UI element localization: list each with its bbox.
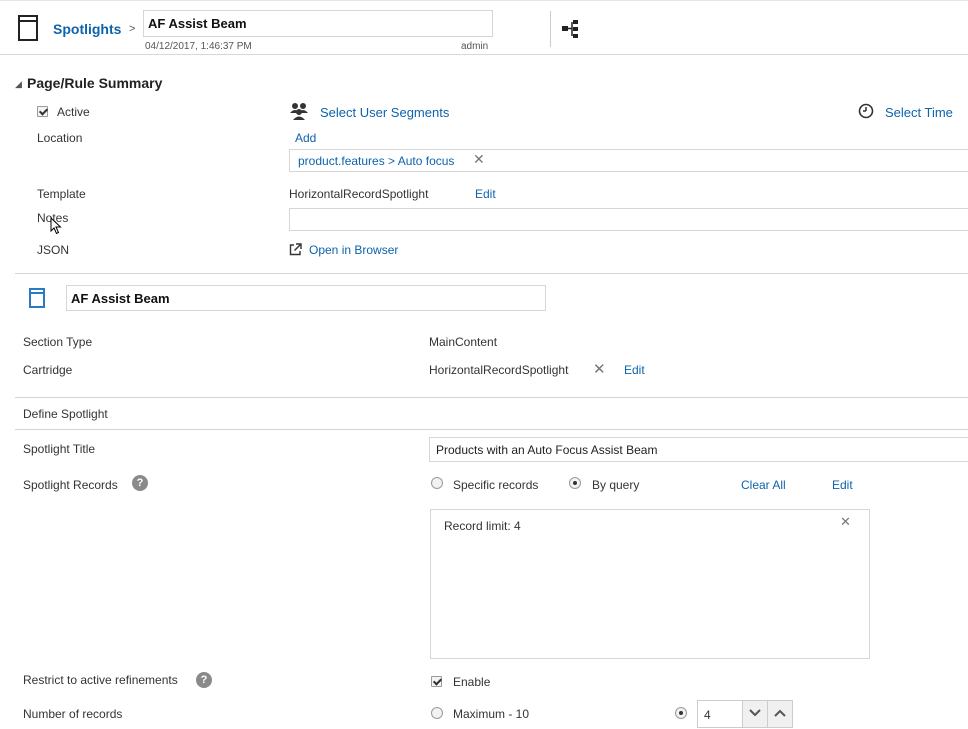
last-modified-user: admin: [461, 41, 489, 52]
specific-records-label: Specific records: [453, 478, 539, 492]
custom-count-radio[interactable]: [675, 707, 687, 719]
open-in-browser-link[interactable]: Open in Browser: [309, 243, 398, 257]
collapse-triangle-icon[interactable]: ◢: [15, 79, 22, 90]
active-label: Active: [57, 105, 90, 119]
section-type-value: MainContent: [429, 335, 498, 349]
restrict-refinements-help-icon[interactable]: ?: [196, 672, 212, 688]
external-link-icon[interactable]: [289, 243, 302, 259]
enable-label: Enable: [453, 675, 491, 689]
remove-query-close-icon[interactable]: ✕: [840, 514, 851, 530]
number-of-records-label: Number of records: [23, 707, 123, 721]
spotlight-title-input[interactable]: Products with an Auto Focus Assist Beam: [429, 437, 968, 462]
page-name-input[interactable]: AF Assist Beam: [143, 10, 493, 37]
chevron-up-icon[interactable]: [767, 701, 792, 727]
restrict-refinements-label: Restrict to active refinements: [23, 673, 178, 687]
template-edit-link[interactable]: Edit: [475, 187, 496, 201]
template-label: Template: [37, 187, 86, 201]
location-field: product.features > Auto focus ✕: [289, 149, 968, 172]
remove-cartridge-close-icon[interactable]: ✕: [593, 360, 606, 378]
define-spotlight-heading: Define Spotlight: [23, 407, 108, 421]
by-query-radio[interactable]: [569, 477, 581, 489]
maximum-label: Maximum - 10: [453, 707, 530, 721]
by-query-label: By query: [592, 478, 640, 492]
last-modified-timestamp: 04/12/2017, 1:46:37 PM: [145, 41, 252, 52]
top-bar: Spotlights > AF Assist Beam 04/12/2017, …: [0, 0, 968, 55]
json-label: JSON: [37, 243, 70, 257]
tree-icon[interactable]: [561, 19, 581, 42]
define-spotlight-divider: [15, 429, 968, 430]
cartridge-edit-link[interactable]: Edit: [624, 363, 645, 377]
remove-location-close-icon[interactable]: ✕: [473, 151, 485, 168]
record-limit-text: Record limit: 4: [444, 519, 521, 533]
maximum-radio[interactable]: [431, 707, 443, 719]
clear-all-link[interactable]: Clear All: [741, 478, 786, 492]
breadcrumb-spotlights[interactable]: Spotlights: [53, 21, 121, 37]
specific-records-radio[interactable]: [431, 477, 443, 489]
location-tag[interactable]: product.features > Auto focus: [298, 154, 454, 168]
active-checkbox[interactable]: [37, 106, 48, 117]
query-box: Record limit: 4 ✕: [430, 509, 870, 659]
select-user-segments-link[interactable]: Select User Segments: [320, 105, 449, 120]
records-edit-link[interactable]: Edit: [832, 478, 853, 492]
spotlight-records-help-icon[interactable]: ?: [132, 475, 148, 491]
location-add-link[interactable]: Add: [295, 131, 316, 145]
cartridge-value: HorizontalRecordSpotlight: [429, 363, 569, 377]
summary-divider: [15, 273, 968, 274]
mouse-cursor-icon: [50, 216, 62, 238]
header-divider: [550, 11, 551, 47]
breadcrumb-separator: >: [129, 23, 136, 35]
cartridge-label: Cartridge: [23, 363, 73, 377]
user-group-icon[interactable]: [289, 101, 309, 124]
section-name-input[interactable]: AF Assist Beam: [66, 285, 546, 311]
select-time-link[interactable]: Select Time: [885, 105, 953, 120]
record-count-stepper[interactable]: 4: [697, 700, 793, 728]
section-icon: [29, 288, 45, 308]
location-label: Location: [37, 131, 83, 145]
section-divider: [15, 397, 968, 398]
spotlight-title-label: Spotlight Title: [23, 442, 96, 456]
summary-heading: Page/Rule Summary: [27, 75, 163, 91]
template-value: HorizontalRecordSpotlight: [289, 187, 429, 201]
record-count-value[interactable]: 4: [704, 708, 711, 722]
page-icon: [18, 15, 38, 41]
section-type-label: Section Type: [23, 335, 93, 349]
chevron-down-icon[interactable]: [742, 701, 767, 727]
spotlight-records-label: Spotlight Records: [23, 478, 118, 492]
clock-icon[interactable]: [858, 103, 874, 122]
enable-checkbox[interactable]: [431, 676, 442, 687]
notes-input[interactable]: [289, 208, 968, 231]
